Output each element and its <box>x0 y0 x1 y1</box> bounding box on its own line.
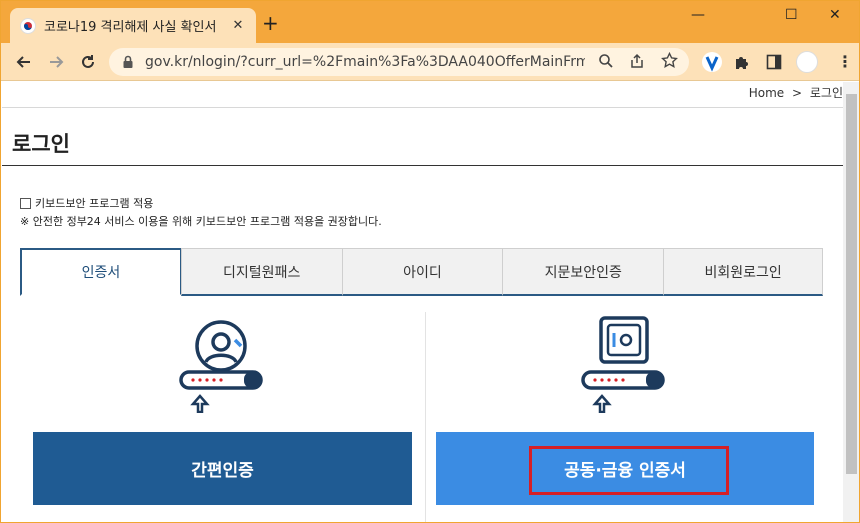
minimize-icon[interactable]: — <box>691 7 705 23</box>
browser-toolbar: gov.kr/nlogin/?curr_url=%2Fmain%3Fa%3DAA… <box>1 43 859 81</box>
breadcrumb-separator: > <box>791 86 803 100</box>
simple-auth-button[interactable]: 간편인증 <box>33 432 412 505</box>
maximize-icon[interactable]: ☐ <box>785 7 798 23</box>
tab-strip: 코로나19 격리해제 사실 확인서 ✕ + — ☐ ✕ <box>1 1 859 43</box>
browser-tab[interactable]: 코로나19 격리해제 사실 확인서 ✕ <box>10 8 256 43</box>
breadcrumb-home[interactable]: Home <box>749 86 784 100</box>
keyboard-security-label: 키보드보안 프로그램 적용 <box>35 197 154 210</box>
reload-icon[interactable] <box>77 51 99 73</box>
sidepanel-icon[interactable] <box>766 54 782 74</box>
page-content: Home > 로그인 로그인 키보드보안 프로그램 적용 ※ 안전한 정부24 … <box>2 82 843 522</box>
keyboard-security-checkbox[interactable] <box>20 197 31 209</box>
window-close-icon[interactable]: ✕ <box>829 7 841 23</box>
breadcrumb-current: 로그인 <box>809 86 843 100</box>
tab-fingerprint[interactable]: 지문보안인증 <box>502 248 665 296</box>
forward-icon[interactable] <box>45 51 67 73</box>
scrollbar-thumb[interactable] <box>846 94 857 474</box>
simple-auth-icon <box>178 318 268 417</box>
extension-v-icon[interactable] <box>701 51 723 77</box>
back-icon[interactable] <box>13 51 35 73</box>
keyboard-security-note: ※ 안전한 정부24 서비스 이용을 위해 키보드보안 프로그램 적용을 권장합… <box>20 215 382 228</box>
tab-id[interactable]: 아이디 <box>341 248 504 296</box>
keyboard-security-row: 키보드보안 프로그램 적용 <box>20 195 153 211</box>
profile-icon[interactable] <box>796 51 818 73</box>
tab-title: 코로나19 격리해제 사실 확인서 <box>44 20 217 35</box>
bookmark-star-icon[interactable] <box>661 51 678 73</box>
highlight-box <box>529 446 729 495</box>
browser-window: 코로나19 격리해제 사실 확인서 ✕ + — ☐ ✕ gov.kr/nlogi… <box>0 0 860 523</box>
url-text: gov.kr/nlogin/?curr_url=%2Fmain%3Fa%3DAA… <box>145 54 585 70</box>
tab-close-icon[interactable]: ✕ <box>230 18 246 33</box>
puzzle-icon[interactable] <box>734 54 750 74</box>
column-divider <box>425 312 426 522</box>
tab-certificate[interactable]: 인증서 <box>20 248 182 296</box>
breadcrumb: Home > 로그인 <box>745 84 843 101</box>
certificate-safe-icon <box>580 316 670 417</box>
tab-non-member[interactable]: 비회원로그인 <box>663 248 823 296</box>
korea-flag-icon <box>20 17 36 34</box>
menu-icon[interactable]: ⋮ <box>837 52 853 71</box>
share-icon[interactable] <box>629 53 645 73</box>
login-tabs: 인증서 디지털원패스 아이디 지문보안인증 비회원로그인 <box>20 248 823 296</box>
divider <box>2 165 843 166</box>
scrollbar[interactable] <box>843 82 859 522</box>
zoom-icon[interactable] <box>598 53 614 73</box>
new-tab-button[interactable]: + <box>262 13 279 33</box>
lock-icon[interactable] <box>121 55 135 69</box>
page-title: 로그인 <box>12 132 70 156</box>
tab-digital-onepass[interactable]: 디지털원패스 <box>180 248 343 296</box>
divider <box>2 107 843 108</box>
